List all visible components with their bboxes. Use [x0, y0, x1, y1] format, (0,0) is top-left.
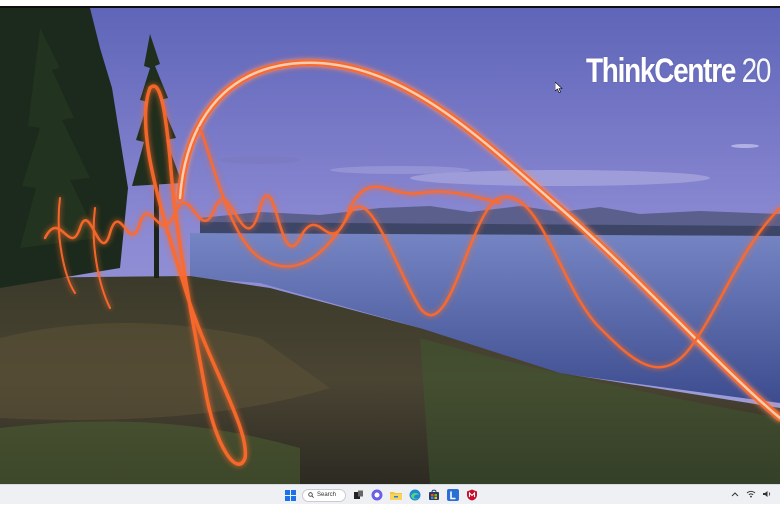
- taskbar-search[interactable]: Search: [302, 488, 346, 502]
- wifi-icon[interactable]: [746, 489, 756, 499]
- volume-icon[interactable]: [762, 489, 772, 499]
- chevron-up-icon[interactable]: [730, 489, 740, 499]
- brand-name: ThinkCentre: [586, 52, 736, 90]
- file-explorer-icon[interactable]: [389, 488, 403, 502]
- monitor-bezel: ThinkCentre 20 Search: [0, 6, 780, 504]
- brand-number: 20: [741, 52, 772, 90]
- search-label: Search: [317, 492, 337, 498]
- start-icon[interactable]: [283, 488, 297, 502]
- chat-icon[interactable]: [370, 488, 384, 502]
- mouse-pointer-icon: [555, 82, 563, 93]
- edge-icon[interactable]: [408, 488, 422, 502]
- desktop[interactable]: ThinkCentre 20: [0, 8, 780, 484]
- thinkcentre-logo: ThinkCentre 20: [586, 52, 772, 91]
- search-icon: [308, 492, 314, 498]
- taskbar: Search: [0, 484, 780, 504]
- mcafee-icon[interactable]: [465, 488, 479, 502]
- store-icon[interactable]: [427, 488, 441, 502]
- task-view-icon[interactable]: [351, 488, 365, 502]
- taskbar-center: Search: [283, 487, 479, 503]
- system-tray: [730, 489, 772, 499]
- lenovo-vantage-icon[interactable]: [446, 488, 460, 502]
